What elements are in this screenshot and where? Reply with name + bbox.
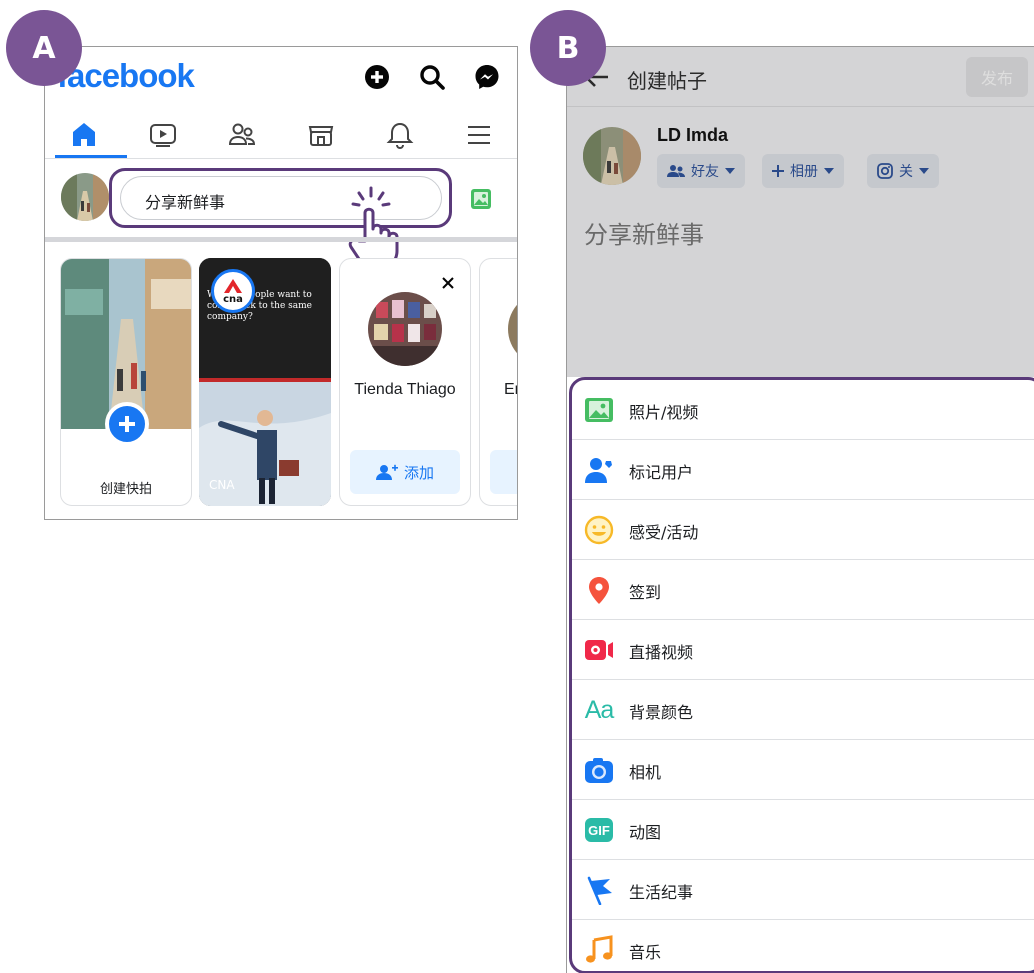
friend-name: Er [504,381,517,398]
search-icon[interactable] [418,63,446,91]
bell-icon [386,122,414,150]
friend-avatar [368,292,442,366]
home-icon [73,123,95,146]
option-life-event[interactable]: 生活纪事 [572,860,1034,920]
menu-icon [468,126,490,144]
section-divider [45,237,517,242]
audience-selector[interactable]: 好友 [657,154,745,188]
plus-circle-icon[interactable] [363,63,391,91]
post-text-placeholder[interactable]: 分享新鲜事 [584,215,704,250]
nav-menu[interactable] [444,111,514,159]
option-gif[interactable]: GIF 动图 [572,800,1034,860]
profile-avatar [583,127,641,185]
nav-friends[interactable] [207,111,277,159]
option-label: 签到 [629,583,662,602]
nav-home[interactable] [49,111,119,159]
music-icon [584,935,614,965]
tutorial-figure: facebook 分享新鲜事 创建快拍 Why do people want t… [0,0,1034,973]
create-story-label: 创建快拍 [99,482,152,497]
nav-watch[interactable] [128,111,198,159]
option-label: 音乐 [629,943,662,962]
friend-name: Tienda Thiago [354,381,456,398]
feeling-icon [584,515,614,545]
suggested-friend-card[interactable]: Tienda Thiago 添加 [339,258,471,506]
main-nav-bar [45,111,517,159]
option-label: 背景颜色 [629,703,694,722]
suggested-friend-card-partial[interactable]: Er [479,258,517,506]
svg-text:GIF: GIF [588,823,610,838]
add-story-button[interactable] [105,402,149,446]
instagram-share-selector[interactable]: 关 [867,154,939,188]
divider [45,158,517,159]
audience-label: 好友 [691,164,719,180]
life-event-icon [584,875,614,905]
option-check-in[interactable]: 签到 [572,560,1034,620]
avatar-image [61,173,109,221]
friends-icon [667,165,685,177]
chevron-down-icon [725,168,735,174]
create-story-card[interactable]: 创建快拍 [60,258,192,506]
option-background-color[interactable]: Aa 背景颜色 [572,680,1034,740]
add-friend-icon [375,464,398,480]
cna-logo-text: cna [223,293,243,305]
marketplace-icon [308,126,334,146]
page-title: 创建帖子 [627,69,707,93]
cna-avatar: cna [211,269,255,313]
friends-icon [228,123,256,145]
user-name: LD Imda [657,125,729,145]
post-options-sheet: 照片/视频 标记用户 感受/活动 签到 直播视频 Aa 背景颜色 相机 GIF … [569,377,1034,973]
avatar-image [583,127,641,185]
option-label: 标记用户 [629,463,694,482]
background-color-icon: Aa [584,695,615,724]
add-friend-button[interactable] [490,450,517,494]
option-live-video[interactable]: 直播视频 [572,620,1034,680]
create-post-screen: 创建帖子 发布 LD Imda 好友 相册 关 分享新鲜事 照片/视频 标记用户… [566,46,1034,973]
add-friend-button[interactable]: 添加 [350,450,460,494]
option-label: 直播视频 [629,643,694,662]
option-label: 照片/视频 [629,403,699,422]
cna-story-label: CNA [209,478,235,492]
chevron-down-icon [919,168,929,174]
album-selector[interactable]: 相册 [762,154,844,188]
step-badge-a: A [6,10,82,86]
photo-icon[interactable] [469,187,493,211]
tag-people-icon [584,455,614,485]
chevron-down-icon [824,168,834,174]
check-in-icon [584,575,614,605]
friend-photo [368,292,442,366]
camera-icon [584,755,614,785]
instagram-icon [877,163,893,179]
publish-button[interactable]: 发布 [966,57,1028,97]
instagram-label: 关 [899,164,913,180]
step-badge-b: B [530,10,606,86]
facebook-home-screen: facebook 分享新鲜事 创建快拍 Why do people want t… [44,46,518,520]
nav-notifications[interactable] [365,111,435,159]
photo-icon [584,395,614,425]
plus-icon [119,416,135,432]
cna-logo-icon [224,278,242,293]
option-photo-video[interactable]: 照片/视频 [572,380,1034,440]
video-icon [150,124,176,147]
option-music[interactable]: 音乐 [572,920,1034,973]
cna-story-card[interactable]: Why do people want to come back to the s… [199,258,331,506]
plus-icon [772,165,784,177]
close-icon[interactable] [440,275,456,291]
option-camera[interactable]: 相机 [572,740,1034,800]
add-friend-label: 添加 [403,463,434,482]
gif-icon: GIF [584,815,614,845]
live-video-icon [584,635,614,665]
create-post-header: 创建帖子 发布 [567,47,1034,107]
option-feeling-activity[interactable]: 感受/活动 [572,500,1034,560]
option-label: 动图 [629,823,662,842]
option-label: 生活纪事 [629,883,694,902]
nav-marketplace[interactable] [286,111,356,159]
option-tag-people[interactable]: 标记用户 [572,440,1034,500]
album-label: 相册 [790,164,818,180]
messenger-icon[interactable] [473,63,501,91]
profile-avatar[interactable] [61,173,109,221]
friend-avatar [508,292,517,366]
option-label: 相机 [629,763,662,782]
option-label: 感受/活动 [629,523,699,542]
